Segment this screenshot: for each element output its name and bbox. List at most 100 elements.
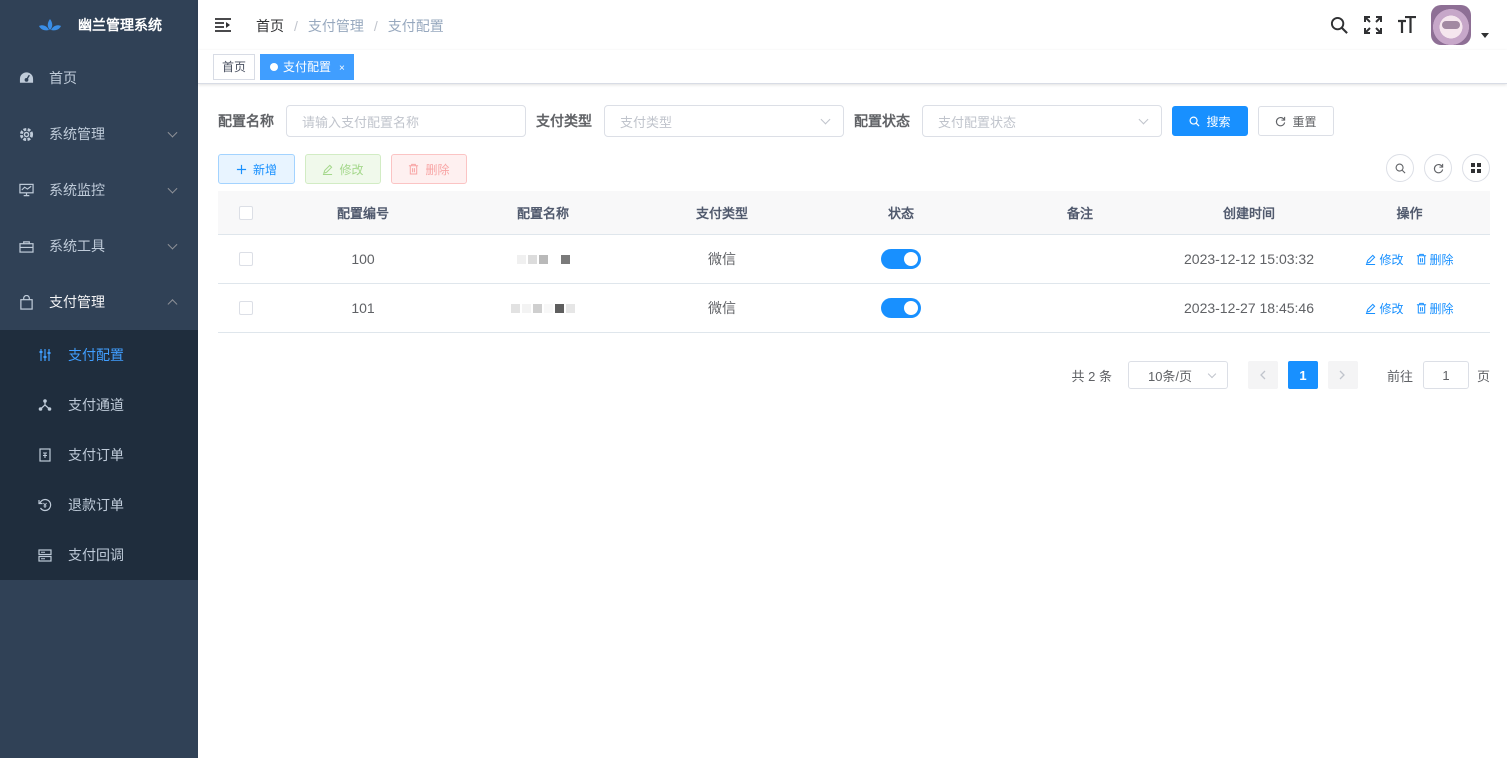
reset-button[interactable]: 重置 xyxy=(1258,106,1334,136)
header-status: 状态 xyxy=(887,206,914,221)
sidebar-item-system-management[interactable]: 系统管理 xyxy=(0,106,198,162)
chevron-down-icon xyxy=(167,127,178,138)
caret-down-icon[interactable] xyxy=(1481,32,1489,38)
sidebar-item-home[interactable]: 首页 xyxy=(0,50,198,106)
search-button-label: 搜索 xyxy=(1206,114,1231,129)
search-icon xyxy=(1189,116,1200,127)
chevron-down-icon xyxy=(1207,369,1217,379)
sidebar-item-label: 系统监控 xyxy=(49,182,105,198)
page-number-current[interactable]: 1 xyxy=(1287,361,1318,389)
row-select-cell xyxy=(218,252,273,266)
select-all-checkbox[interactable] xyxy=(238,205,253,220)
cell-type: 微信 xyxy=(708,300,736,316)
cell-id: 101 xyxy=(351,300,375,316)
pay-type-label: 支付类型 xyxy=(536,113,592,129)
row-delete-link[interactable]: 删除 xyxy=(1416,300,1454,317)
config-status-label: 配置状态 xyxy=(854,113,910,129)
menu-fold-icon[interactable] xyxy=(214,16,232,34)
toggle-search-button[interactable] xyxy=(1386,154,1414,182)
search-form: 配置名称 请输入支付配置名称 支付类型 支付类型 配置状态 支付配置状态 搜索 … xyxy=(218,105,1334,137)
right-menu xyxy=(1315,0,1489,50)
edit-button[interactable]: 修改 xyxy=(305,154,381,184)
dashboard-icon xyxy=(18,70,34,86)
server-icon xyxy=(38,548,52,562)
goto-page-input[interactable]: 1 xyxy=(1422,361,1469,389)
pay-type-select[interactable]: 支付类型 xyxy=(604,105,844,137)
row-edit-label: 修改 xyxy=(1379,252,1404,267)
sidebar-item-label: 支付管理 xyxy=(49,294,105,310)
edit-icon xyxy=(1365,254,1376,265)
logo[interactable]: 幽兰管理系统 xyxy=(0,0,198,50)
table-row: 100 微信 2023-12-12 15:03:32 修改 删除 xyxy=(218,235,1490,284)
pagination: 共 2 条 10条/页 1 前往 1 页 xyxy=(1071,361,1490,389)
sidebar-item-payment-channel[interactable]: 支付通道 xyxy=(0,380,198,430)
tag-label: 支付配置 xyxy=(283,60,332,74)
avatar[interactable] xyxy=(1431,5,1471,45)
row-checkbox[interactable] xyxy=(238,252,253,266)
row-edit-link[interactable]: 修改 xyxy=(1365,251,1404,268)
operation-cell: 修改 删除 xyxy=(1329,300,1490,317)
refresh-icon xyxy=(1275,116,1286,127)
row-delete-link[interactable]: 删除 xyxy=(1416,251,1454,268)
header-remark: 备注 xyxy=(1066,206,1093,221)
table-header: 配置编号 配置名称 支付类型 状态 备注 创建时间 操作 xyxy=(218,191,1490,235)
sidebar-item-label: 支付订单 xyxy=(68,447,124,463)
chevron-down-icon xyxy=(167,183,178,194)
breadcrumb-separator: / xyxy=(373,18,378,34)
refresh-button[interactable] xyxy=(1424,154,1452,182)
sidebar-item-payment-management[interactable]: 支付管理 xyxy=(0,274,198,330)
refresh-icon xyxy=(1433,163,1443,173)
sliders-icon xyxy=(38,348,52,362)
add-button-label: 新增 xyxy=(252,162,277,177)
edit-icon xyxy=(322,164,333,175)
delete-button[interactable]: 删除 xyxy=(391,154,467,184)
close-icon[interactable]: × xyxy=(339,63,345,74)
tag-home[interactable]: 首页 xyxy=(213,54,256,80)
sidebar-item-label: 系统管理 xyxy=(49,126,105,142)
config-status-select[interactable]: 支付配置状态 xyxy=(922,105,1162,137)
next-page-button[interactable] xyxy=(1327,361,1358,389)
row-edit-link[interactable]: 修改 xyxy=(1365,300,1404,317)
sidebar-item-payment-callback[interactable]: 支付回调 xyxy=(0,530,198,580)
sidebar-item-system-monitor[interactable]: 系统监控 xyxy=(0,162,198,218)
sidebar-item-payment-order[interactable]: 支付订单 xyxy=(0,430,198,480)
row-edit-label: 修改 xyxy=(1379,301,1404,316)
status-cell xyxy=(811,249,991,269)
status-cell xyxy=(811,298,991,318)
sidebar-item-refund-order[interactable]: 退款订单 xyxy=(0,480,198,530)
status-switch[interactable] xyxy=(881,298,921,318)
columns-button[interactable] xyxy=(1462,154,1490,182)
add-button[interactable]: 新增 xyxy=(218,154,295,184)
delete-button-label: 删除 xyxy=(425,162,450,177)
chevron-left-icon xyxy=(1260,370,1266,380)
cell-create-time: 2023-12-12 15:03:32 xyxy=(1184,251,1314,267)
cell-name-redacted xyxy=(453,303,633,313)
status-switch[interactable] xyxy=(881,249,921,269)
breadcrumb: 首页 / 支付管理 / 支付配置 xyxy=(256,16,444,36)
breadcrumb-separator: / xyxy=(294,18,298,34)
config-name-input[interactable]: 请输入支付配置名称 xyxy=(286,105,526,137)
tag-label: 首页 xyxy=(222,60,247,74)
pagination-total: 共 2 条 xyxy=(1071,368,1112,384)
sidebar-item-payment-config[interactable]: 支付配置 xyxy=(0,330,198,380)
font-size-icon[interactable] xyxy=(1397,15,1417,35)
prev-page-button[interactable] xyxy=(1247,361,1278,389)
table-row: 101 微信 2023-12-27 18:45:46 修改 删除 xyxy=(218,284,1490,333)
row-checkbox[interactable] xyxy=(238,301,253,315)
search-button[interactable]: 搜索 xyxy=(1172,106,1248,136)
breadcrumb-home[interactable]: 首页 xyxy=(256,16,284,36)
page-size-select[interactable]: 10条/页 xyxy=(1127,361,1228,389)
trash-icon xyxy=(1416,302,1427,314)
app-title: 幽兰管理系统 xyxy=(78,17,162,33)
search-icon[interactable] xyxy=(1329,15,1349,35)
tag-payment-config[interactable]: 支付配置 × xyxy=(260,54,354,80)
edit-button-label: 修改 xyxy=(339,162,364,177)
sidebar-item-system-tools[interactable]: 系统工具 xyxy=(0,218,198,274)
sidebar-item-label: 支付配置 xyxy=(68,347,124,363)
cell-type: 微信 xyxy=(708,251,736,267)
grid-icon xyxy=(1471,163,1481,173)
config-status-placeholder: 支付配置状态 xyxy=(938,114,1017,130)
chevron-down-icon xyxy=(820,114,831,125)
cell-name-redacted xyxy=(453,254,633,264)
fullscreen-icon[interactable] xyxy=(1363,15,1383,35)
